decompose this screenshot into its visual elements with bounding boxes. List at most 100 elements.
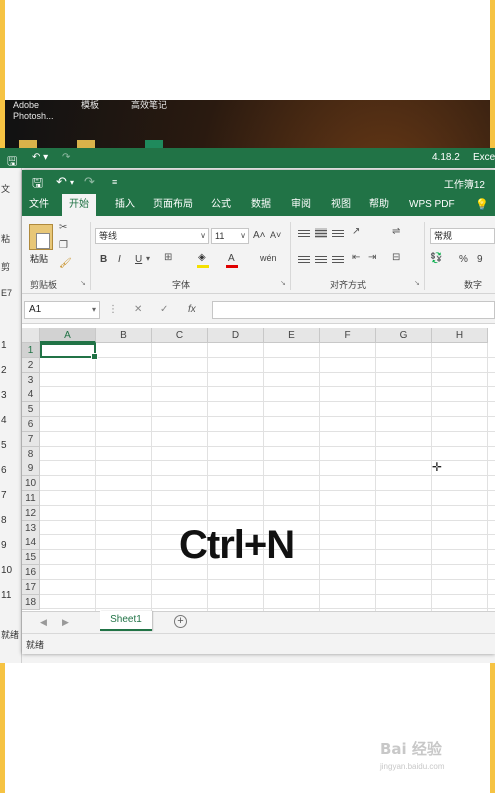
tab-data[interactable]: 数据 bbox=[244, 194, 278, 216]
grow-font-button[interactable]: A˄ bbox=[253, 230, 266, 241]
underline-dropdown-icon[interactable]: ▾ bbox=[146, 254, 150, 263]
tab-home[interactable]: 开始 bbox=[62, 194, 96, 216]
save-icon[interactable]: 🖫 bbox=[32, 174, 43, 196]
group-separator bbox=[290, 222, 291, 290]
desktop-icon-label-photoshop[interactable]: Adobe Photosh... bbox=[13, 100, 54, 122]
formula-input[interactable] bbox=[212, 301, 495, 319]
format-painter-icon[interactable]: 🖌 bbox=[59, 258, 72, 269]
spreadsheet-grid[interactable]: A B C D E F G H 1 2 3 4 5 6 7 8 9 10 11 12 13 14 15 16 17 18 bbox=[22, 328, 495, 611]
row-header[interactable]: 16 bbox=[22, 565, 40, 580]
font-size-select[interactable]: 11 ∨ bbox=[211, 228, 249, 244]
cancel-button[interactable]: ✕ bbox=[134, 304, 142, 315]
tab-view[interactable]: 视图 bbox=[324, 194, 358, 216]
bold-button[interactable]: B bbox=[100, 254, 107, 265]
column-header[interactable]: A bbox=[40, 328, 96, 343]
row-header[interactable]: 7 bbox=[22, 431, 40, 447]
row-header[interactable]: 8 bbox=[22, 446, 40, 462]
tab-page-layout[interactable]: 页面布局 bbox=[146, 194, 200, 216]
row-header[interactable]: 1 bbox=[22, 343, 40, 358]
orientation-icon[interactable]: ↗ bbox=[352, 226, 360, 237]
align-bottom-icon[interactable] bbox=[332, 228, 344, 238]
column-header[interactable]: F bbox=[320, 328, 376, 343]
row-header[interactable]: 13 bbox=[22, 520, 40, 536]
name-box[interactable]: A1 ▾ bbox=[24, 301, 100, 319]
phonetic-button[interactable]: wén bbox=[260, 253, 277, 263]
select-all-corner[interactable] bbox=[22, 328, 40, 343]
row-header[interactable]: 10 bbox=[22, 476, 40, 492]
insert-function-button[interactable]: fx bbox=[188, 304, 196, 315]
decrease-indent-icon[interactable]: ⇤ bbox=[352, 252, 360, 263]
active-cell[interactable] bbox=[40, 343, 98, 360]
font-color-icon[interactable]: A bbox=[228, 253, 235, 264]
undo-icon[interactable]: ↶ bbox=[56, 174, 67, 190]
column-header[interactable]: H bbox=[432, 328, 488, 343]
column-header[interactable]: B bbox=[96, 328, 152, 343]
wrap-text-icon[interactable]: ⇌ bbox=[392, 226, 400, 237]
column-header[interactable]: E bbox=[264, 328, 320, 343]
row-header[interactable]: 4 bbox=[22, 387, 40, 403]
alignment-launcher-icon[interactable]: ↘ bbox=[414, 279, 420, 287]
row-header[interactable]: 3 bbox=[22, 372, 40, 388]
row-header[interactable]: 14 bbox=[22, 535, 40, 551]
confirm-button[interactable]: ✓ bbox=[160, 304, 168, 315]
underline-button[interactable]: U bbox=[135, 254, 142, 265]
borders-icon[interactable]: ⊞ bbox=[164, 252, 172, 263]
prev-sheet-icon[interactable]: ◀ bbox=[40, 617, 47, 628]
tab-wps-pdf[interactable]: WPS PDF bbox=[402, 194, 462, 216]
column-header[interactable]: D bbox=[208, 328, 264, 343]
customize-toolbar-icon[interactable]: ≡ bbox=[112, 177, 117, 187]
tab-help[interactable]: 帮助 bbox=[362, 194, 396, 216]
font-launcher-icon[interactable]: ↘ bbox=[280, 279, 286, 287]
row-header[interactable]: 11 bbox=[22, 491, 40, 506]
paste-fragment[interactable]: 粘 bbox=[1, 232, 10, 245]
fill-color-icon[interactable]: ◈ bbox=[198, 252, 206, 263]
font-name-value: 等线 bbox=[99, 231, 118, 241]
namebox-fragment: E7 bbox=[1, 288, 13, 298]
tab-formulas[interactable]: 公式 bbox=[204, 194, 238, 216]
column-header[interactable]: G bbox=[376, 328, 432, 343]
next-sheet-icon[interactable]: ▶ bbox=[62, 617, 69, 628]
lightbulb-icon[interactable]: 💡 bbox=[468, 194, 495, 216]
clipboard-launcher-icon[interactable]: ↘ bbox=[80, 279, 86, 287]
align-middle-icon[interactable] bbox=[315, 228, 327, 238]
row-header[interactable]: 5 bbox=[22, 402, 40, 418]
tab-review[interactable]: 审阅 bbox=[284, 194, 318, 216]
font-name-select[interactable]: 等线 ∨ bbox=[95, 228, 209, 244]
increase-indent-icon[interactable]: ⇥ bbox=[368, 252, 376, 263]
desktop-icon-label-template[interactable]: 模板 bbox=[81, 100, 99, 111]
align-top-icon[interactable] bbox=[298, 228, 310, 238]
currency-icon[interactable]: 💱 bbox=[430, 253, 442, 264]
file-tab-fragment[interactable]: 文 bbox=[1, 182, 10, 195]
cut-icon[interactable]: ✂ bbox=[59, 222, 67, 233]
row-header[interactable]: 17 bbox=[22, 579, 40, 595]
desktop-icon-label-notes[interactable]: 高效笔记 bbox=[131, 100, 167, 111]
copy-icon[interactable]: ❐ bbox=[59, 240, 68, 251]
column-header[interactable]: C bbox=[152, 328, 208, 343]
row-header[interactable]: 15 bbox=[22, 550, 40, 566]
row-header[interactable]: 6 bbox=[22, 417, 40, 432]
tab-insert[interactable]: 插入 bbox=[108, 194, 142, 216]
italic-button[interactable]: I bbox=[118, 254, 121, 265]
row-header[interactable]: 2 bbox=[22, 357, 40, 373]
merge-center-icon[interactable]: ⊟ bbox=[392, 252, 400, 263]
sheet-tab[interactable]: Sheet1 bbox=[100, 611, 152, 631]
align-right-icon[interactable] bbox=[332, 254, 344, 264]
gridline-horizontal bbox=[40, 416, 495, 417]
number-format-select[interactable]: 常规 bbox=[430, 228, 495, 244]
percent-button[interactable]: % bbox=[459, 254, 468, 265]
shrink-font-button[interactable]: A˅ bbox=[270, 230, 281, 240]
redo-icon[interactable]: ↷ bbox=[84, 174, 95, 190]
undo-dropdown-icon[interactable]: ▾ bbox=[70, 178, 74, 187]
align-center-icon[interactable] bbox=[315, 254, 327, 264]
row-header[interactable]: 18 bbox=[22, 594, 40, 610]
undo-icon[interactable]: ↶ ▾ bbox=[32, 152, 48, 163]
redo-icon[interactable]: ↷ bbox=[62, 152, 70, 163]
add-sheet-button[interactable]: + bbox=[174, 615, 187, 628]
comma-button[interactable]: 9 bbox=[477, 254, 483, 265]
row-header[interactable]: 9 bbox=[22, 461, 40, 477]
paste-icon[interactable] bbox=[29, 224, 53, 250]
row-header[interactable]: 12 bbox=[22, 505, 40, 521]
paste-button-label[interactable]: 粘贴 bbox=[30, 252, 48, 265]
tab-file[interactable]: 文件 bbox=[22, 194, 56, 216]
align-left-icon[interactable] bbox=[298, 254, 310, 264]
